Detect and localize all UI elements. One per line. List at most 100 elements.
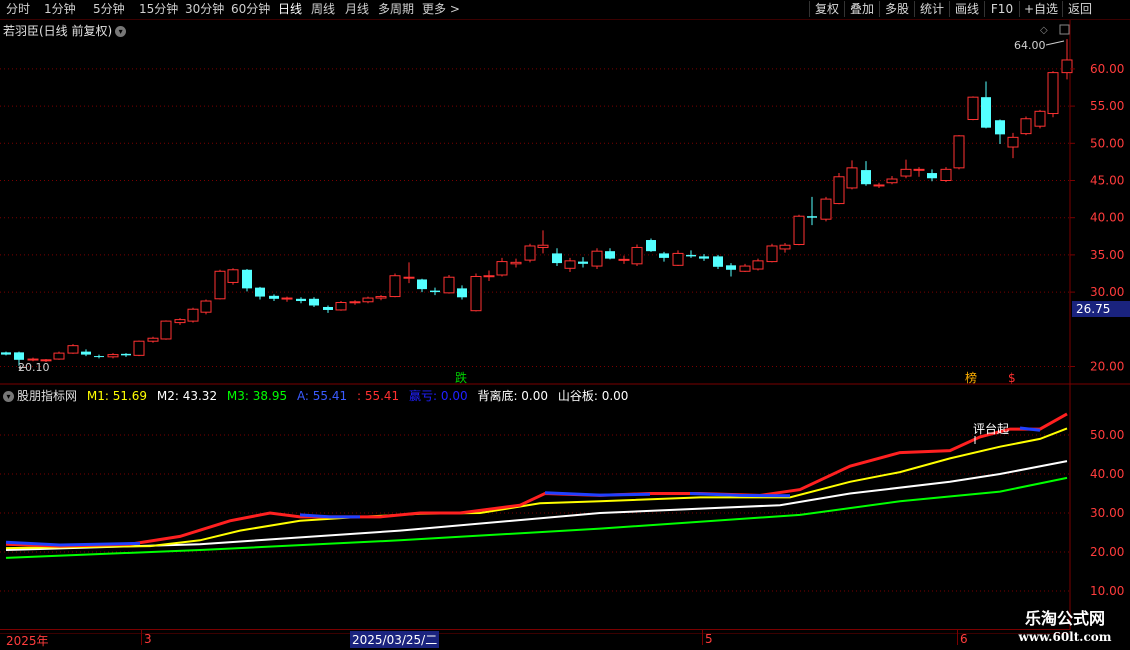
- price-axis: 60.00 55.00 50.00 45.00 40.00 35.00 30.00 20.00: [1070, 62, 1124, 374]
- candle-body: [779, 244, 791, 250]
- candle-down: [309, 297, 319, 307]
- candle-up: [67, 344, 79, 354]
- tab-more[interactable]: 更多 >: [422, 2, 460, 17]
- candle-up: [375, 295, 387, 301]
- candle-body: [242, 269, 252, 289]
- back-button[interactable]: 返回: [1062, 1, 1097, 17]
- tab-monthly[interactable]: 月线: [345, 2, 369, 17]
- candle-body: [537, 244, 549, 248]
- tab-multi-period[interactable]: 多周期: [378, 2, 414, 17]
- candle-body: [699, 256, 709, 259]
- candle-body: [27, 358, 39, 361]
- candle-body: [726, 265, 736, 270]
- tab-fenshi[interactable]: 分时: [6, 2, 30, 17]
- indicator-axis: 50.00 40.00 30.00 20.00 10.00: [1090, 428, 1124, 598]
- candle-body: [605, 251, 615, 259]
- candle-body: [255, 287, 265, 297]
- overlay-button[interactable]: 叠加: [844, 1, 879, 17]
- candle-down: [686, 250, 696, 258]
- candle-down: [1, 351, 11, 356]
- candle-up: [631, 244, 643, 267]
- candle-up: [349, 300, 361, 305]
- candle-body: [389, 275, 401, 298]
- marker-bang[interactable]: 榜: [965, 370, 977, 385]
- candle-body: [766, 245, 778, 263]
- candle-body: [793, 215, 805, 245]
- candle-up: [133, 340, 145, 357]
- candle-up: [510, 258, 522, 268]
- candle-body: [160, 320, 172, 340]
- draw-button[interactable]: 画线: [949, 1, 984, 17]
- candle-up: [913, 167, 925, 177]
- tab-weekly[interactable]: 周线: [311, 2, 335, 17]
- marker-dollar[interactable]: $: [1008, 371, 1016, 385]
- price-axis-label: 45.00: [1090, 174, 1124, 188]
- candle-body: [1007, 136, 1019, 148]
- tab-60min[interactable]: 60分钟: [231, 2, 270, 17]
- candle-body: [309, 298, 319, 306]
- candle-body: [995, 120, 1005, 135]
- candle-body: [1020, 118, 1032, 135]
- candle-up: [793, 214, 805, 246]
- candle-down: [995, 119, 1005, 145]
- indicator-axis-label: 20.00: [1090, 545, 1124, 559]
- candle-body: [187, 308, 199, 322]
- candle-down: [417, 278, 427, 293]
- candle-body: [375, 296, 387, 299]
- candle-up: [1034, 109, 1046, 129]
- tab-1min[interactable]: 1分钟: [44, 2, 76, 17]
- chart-canvas: 60.00 55.00 50.00 45.00 40.00 35.00 30.00 20.00…: [0, 20, 1130, 630]
- candle-up: [967, 96, 979, 121]
- add-watchlist-button[interactable]: +自选: [1019, 1, 1062, 17]
- candle-down: [81, 349, 91, 357]
- candle-up: [779, 242, 791, 253]
- candle-body: [618, 258, 630, 261]
- candle-body: [81, 351, 91, 355]
- candle-up: [443, 274, 455, 294]
- date-label-6: 6: [960, 632, 968, 646]
- candle-down: [430, 287, 440, 296]
- indicator-field-red: : 55.41: [356, 389, 400, 403]
- tab-5min[interactable]: 5分钟: [93, 2, 125, 17]
- candle-up: [537, 230, 549, 254]
- diamond-icon[interactable]: ◇: [1040, 25, 1048, 36]
- candle-down: [323, 305, 333, 313]
- candle-body: [323, 306, 333, 310]
- high-price-label: 64.00: [1014, 39, 1046, 52]
- stats-button[interactable]: 统计: [914, 1, 949, 17]
- candle-body: [631, 246, 643, 265]
- candle-down: [94, 354, 104, 359]
- candle-body: [1061, 59, 1073, 74]
- date-axis: 2025年 3 2025/03/25/二 5 6: [0, 629, 1070, 650]
- candle-body: [524, 245, 536, 261]
- candle-body: [940, 168, 952, 181]
- tab-15min[interactable]: 15分钟: [139, 2, 178, 17]
- candle-body: [147, 337, 159, 342]
- price-axis-label: 40.00: [1090, 211, 1124, 225]
- adjust-button[interactable]: 复权: [809, 1, 844, 17]
- candle-body: [174, 319, 186, 324]
- chevron-down-icon[interactable]: ▾: [3, 391, 14, 402]
- watermark-title: 乐淘公式网: [1024, 609, 1105, 628]
- panel-toggle-icon[interactable]: [1059, 24, 1070, 35]
- candle-up: [846, 160, 858, 190]
- cursor-date-label: 2025/03/25/二: [350, 631, 440, 648]
- candle-up: [160, 320, 172, 340]
- candle-body: [564, 260, 576, 269]
- marker-die[interactable]: 跌: [455, 370, 467, 385]
- candle-up: [524, 243, 536, 263]
- indicator-field-a: A: 55.41: [296, 389, 348, 403]
- tab-30min[interactable]: 30分钟: [185, 2, 224, 17]
- tab-daily[interactable]: 日线: [278, 2, 302, 17]
- candle-body: [739, 265, 751, 272]
- candle-down: [121, 353, 131, 357]
- series-a-blue-1: [5, 540, 141, 547]
- candle-up: [187, 307, 199, 323]
- current-price-text: 26.75: [1076, 302, 1110, 316]
- candle-down: [927, 169, 937, 182]
- multi-stock-button[interactable]: 多股: [879, 1, 914, 17]
- series-m1: [5, 427, 1068, 550]
- candle-body: [1, 352, 11, 355]
- candle-down: [605, 248, 615, 260]
- f10-button[interactable]: F10: [984, 1, 1019, 17]
